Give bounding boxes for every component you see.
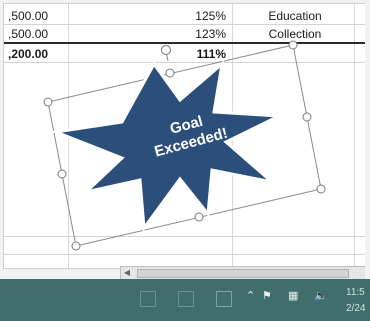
shape-canvas xyxy=(43,40,326,251)
scroll-left-icon[interactable]: ◀ xyxy=(121,267,133,279)
taskbar: ⌃ ⚑ ▦ 🔈 11:5 2/24 xyxy=(0,279,370,321)
scroll-thumb[interactable] xyxy=(137,269,349,278)
flag-icon[interactable]: ⚑ xyxy=(262,289,272,302)
task-view-icon[interactable] xyxy=(178,291,194,307)
horizontal-scrollbar[interactable]: ◀ xyxy=(120,266,367,280)
window-edge xyxy=(365,0,370,279)
clock-date: 2/24 xyxy=(346,303,366,314)
resize-handle[interactable] xyxy=(71,241,81,251)
rotate-handle-icon[interactable] xyxy=(160,44,172,56)
resize-handle[interactable] xyxy=(316,184,326,194)
resize-handle[interactable] xyxy=(57,169,67,179)
resize-handle[interactable] xyxy=(302,112,312,122)
starburst-shape[interactable] xyxy=(50,60,285,233)
start-grid-icon[interactable] xyxy=(140,291,156,307)
resize-handle[interactable] xyxy=(194,212,204,222)
spreadsheet-grid[interactable]: ,500.00 125% Education ,500.00 123% Coll… xyxy=(3,3,367,269)
resize-handle[interactable] xyxy=(288,40,298,50)
clock-time: 11:5 xyxy=(346,287,365,298)
resize-handle[interactable] xyxy=(43,97,53,107)
network-icon[interactable]: ▦ xyxy=(288,289,298,302)
speaker-icon[interactable]: 🔈 xyxy=(314,289,328,302)
resize-handle[interactable] xyxy=(165,68,175,78)
system-clock[interactable]: 11:5 2/24 xyxy=(346,285,370,317)
window-icon[interactable] xyxy=(216,291,232,307)
chevron-up-icon[interactable]: ⌃ xyxy=(246,289,255,302)
